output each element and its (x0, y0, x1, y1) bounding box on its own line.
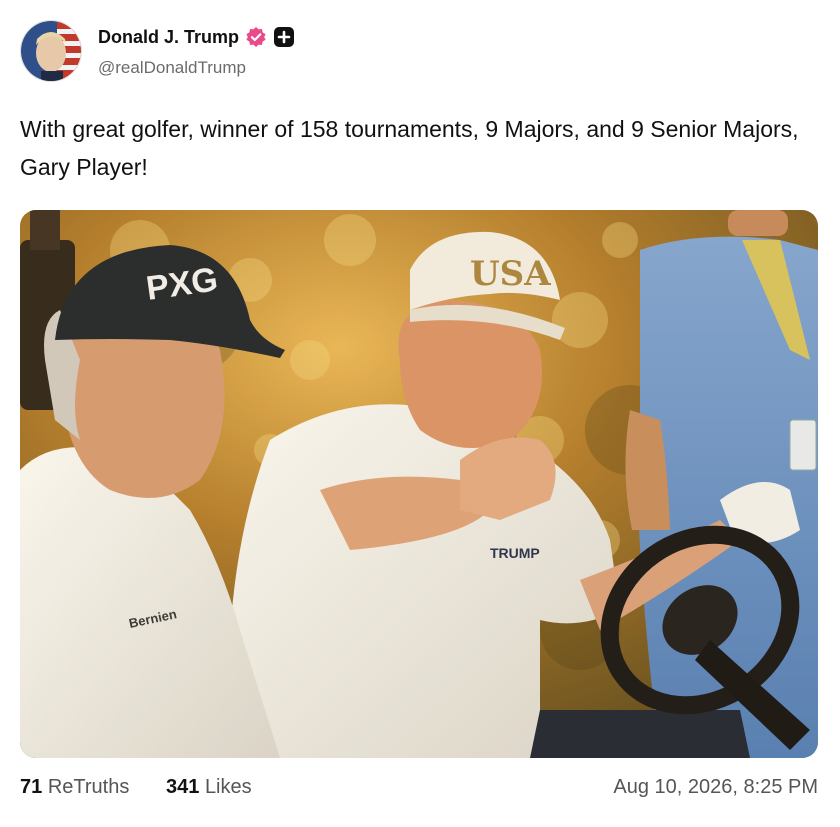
plus-badge-icon (274, 27, 295, 47)
post-image[interactable]: USA TRUMP PXG Bernien (20, 210, 818, 758)
likes-label: Likes (204, 776, 252, 798)
retruths-count: 71 (20, 776, 43, 798)
verified-badge-icon (246, 27, 266, 47)
post-header: Donald J. Trump @realDonaldTrump (20, 20, 820, 82)
post-text: With great golfer, winner of 158 tournam… (20, 116, 799, 180)
likes-count: 341 (166, 776, 200, 798)
retruths-label: ReTruths (47, 776, 130, 798)
author-avatar[interactable] (20, 20, 82, 82)
post-timestamp[interactable]: Aug 10, 2026, 8:25 PM (613, 776, 818, 799)
golf-cart-photo: USA TRUMP PXG Bernien (20, 210, 818, 758)
avatar-image (21, 21, 81, 81)
author-name[interactable]: Donald J. Trump (98, 27, 239, 48)
post-footer: 71 ReTruths 341 Likes Aug 10, 2026, 8:25… (20, 772, 818, 804)
retruths-stat[interactable]: 71 ReTruths (20, 776, 129, 799)
likes-stat[interactable]: 341 Likes (166, 776, 252, 799)
author-handle[interactable]: @realDonaldTrump (98, 58, 246, 78)
